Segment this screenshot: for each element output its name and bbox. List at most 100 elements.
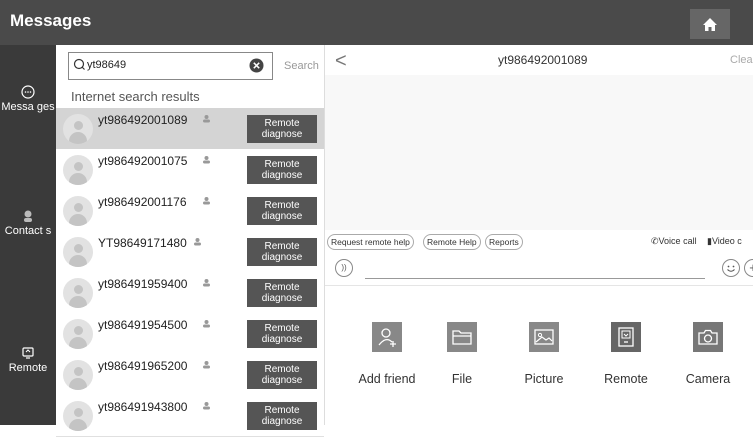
home-button[interactable] bbox=[690, 9, 730, 39]
result-name: YT98649171480 bbox=[98, 236, 187, 250]
sidebar: Messa ges Contact s Remote bbox=[0, 45, 56, 425]
chat-title: yt986492001089 bbox=[498, 53, 588, 67]
user-status-icon bbox=[203, 361, 210, 369]
avatar bbox=[63, 360, 93, 390]
picture-button[interactable]: Picture bbox=[504, 322, 584, 386]
remote-device-icon bbox=[611, 322, 641, 352]
result-name: yt986491954500 bbox=[98, 318, 188, 332]
result-name: yt986492001075 bbox=[98, 154, 188, 168]
user-status-icon bbox=[203, 279, 210, 287]
chat-pane: < yt986492001089 Clea Request remote hel… bbox=[325, 45, 753, 425]
tool-label: Add friend bbox=[358, 372, 416, 386]
folder-icon bbox=[447, 322, 477, 352]
sidebar-item-label: Messa ges bbox=[1, 101, 55, 113]
search-input[interactable]: yt98649 bbox=[68, 52, 273, 80]
top-bar: Messages bbox=[0, 0, 753, 45]
camera-icon bbox=[693, 322, 723, 352]
video-call-label: Video c bbox=[711, 236, 742, 246]
user-status-icon bbox=[203, 197, 210, 205]
voice-call-label: Voice call bbox=[658, 236, 697, 246]
message-area bbox=[325, 75, 753, 230]
result-name: yt986492001089 bbox=[98, 113, 188, 127]
add-friend-button[interactable]: Add friend bbox=[347, 322, 427, 386]
remote-diagnose-button[interactable]: Remote diagnose bbox=[247, 361, 317, 389]
chip-remote-help[interactable]: Remote Help bbox=[423, 234, 481, 250]
picture-icon bbox=[529, 322, 559, 352]
chat-bubble-icon bbox=[21, 85, 35, 99]
search-icon bbox=[73, 58, 85, 70]
result-row[interactable]: yt986491954500 Remote diagnose bbox=[56, 313, 324, 355]
remote-diagnose-label-2: diagnose bbox=[261, 170, 303, 181]
result-row[interactable]: yt986492001176 Remote diagnose bbox=[56, 190, 324, 232]
remote-diagnose-label-1: Remote bbox=[264, 118, 300, 129]
remote-diagnose-label-2: diagnose bbox=[261, 416, 303, 427]
avatar bbox=[63, 196, 93, 226]
result-name: yt986491959400 bbox=[98, 277, 188, 291]
clear-button[interactable]: Clea bbox=[730, 54, 753, 66]
remote-diagnose-button[interactable]: Remote diagnose bbox=[247, 197, 317, 225]
tool-label: File bbox=[451, 372, 473, 386]
results-heading: Internet search results bbox=[71, 89, 200, 104]
result-name: yt986492001176 bbox=[98, 195, 187, 209]
user-status-icon bbox=[194, 238, 201, 246]
avatar bbox=[63, 237, 93, 267]
video-call-button[interactable]: ▮Video c bbox=[707, 236, 742, 247]
tool-label: Picture bbox=[524, 372, 564, 386]
avatar bbox=[63, 278, 93, 308]
plus-icon[interactable]: + bbox=[744, 259, 753, 277]
user-status-icon bbox=[203, 320, 210, 328]
search-button[interactable]: Search bbox=[284, 60, 319, 72]
contacts-icon bbox=[24, 210, 32, 222]
result-name: yt986491943800 bbox=[98, 400, 188, 414]
remote-diagnose-button[interactable]: Remote diagnose bbox=[247, 402, 317, 430]
avatar bbox=[63, 401, 93, 431]
voice-input-icon[interactable]: )) bbox=[335, 259, 353, 277]
result-row[interactable]: yt986491943800 Remote diagnose bbox=[56, 395, 324, 437]
chip-request-remote-help[interactable]: Request remote help bbox=[327, 234, 414, 250]
search-results-pane: yt98649 Search Internet search results y… bbox=[56, 45, 325, 437]
message-input[interactable] bbox=[365, 278, 705, 279]
result-row[interactable]: yt986492001089 Remote diagnose bbox=[56, 108, 324, 150]
sidebar-item-contacts[interactable]: Contact s bbox=[0, 209, 56, 238]
remote-diagnose-button[interactable]: Remote diagnose bbox=[247, 320, 317, 348]
remote-button[interactable]: Remote bbox=[586, 322, 666, 386]
remote-diagnose-label-1: Remote bbox=[264, 241, 300, 252]
result-row[interactable]: yt986491965200 Remote diagnose bbox=[56, 354, 324, 396]
remote-diagnose-button[interactable]: Remote diagnose bbox=[247, 115, 317, 143]
remote-diagnose-label-2: diagnose bbox=[261, 252, 303, 263]
avatar bbox=[63, 319, 93, 349]
user-status-icon bbox=[203, 402, 210, 410]
remote-diagnose-button[interactable]: Remote diagnose bbox=[247, 238, 317, 266]
remote-diagnose-button[interactable]: Remote diagnose bbox=[247, 156, 317, 184]
remote-diagnose-label-2: diagnose bbox=[261, 375, 303, 386]
emoji-icon[interactable] bbox=[722, 259, 740, 277]
sidebar-item-messages[interactable]: Messa ges bbox=[0, 85, 56, 114]
add-friend-icon bbox=[372, 322, 402, 352]
remote-diagnose-label-2: diagnose bbox=[261, 211, 303, 222]
remote-icon bbox=[22, 347, 34, 359]
remote-diagnose-button[interactable]: Remote diagnose bbox=[247, 279, 317, 307]
remote-diagnose-label-1: Remote bbox=[264, 364, 300, 375]
input-row: )) + bbox=[325, 254, 753, 284]
result-name: yt986491965200 bbox=[98, 359, 188, 373]
sidebar-item-remote[interactable]: Remote bbox=[0, 347, 56, 375]
clear-icon[interactable] bbox=[249, 58, 264, 73]
remote-diagnose-label-1: Remote bbox=[264, 323, 300, 334]
avatar bbox=[63, 114, 93, 144]
sidebar-item-label: Contact s bbox=[4, 225, 52, 237]
back-button[interactable]: < bbox=[335, 50, 347, 73]
camera-button[interactable]: Camera bbox=[668, 322, 748, 386]
voice-call-button[interactable]: ✆Voice call bbox=[651, 236, 697, 247]
avatar bbox=[63, 155, 93, 185]
page-title: Messages bbox=[10, 11, 92, 30]
result-row[interactable]: yt986492001075 Remote diagnose bbox=[56, 149, 324, 191]
chip-reports[interactable]: Reports bbox=[485, 234, 523, 250]
result-row[interactable]: YT98649171480 Remote diagnose bbox=[56, 231, 324, 273]
user-status-icon bbox=[203, 156, 210, 164]
sidebar-item-label: Remote bbox=[8, 362, 48, 374]
file-button[interactable]: File bbox=[422, 322, 502, 386]
remote-diagnose-label-2: diagnose bbox=[261, 334, 303, 345]
divider bbox=[325, 285, 753, 286]
search-input-value: yt98649 bbox=[87, 59, 127, 71]
result-row[interactable]: yt986491959400 Remote diagnose bbox=[56, 272, 324, 314]
